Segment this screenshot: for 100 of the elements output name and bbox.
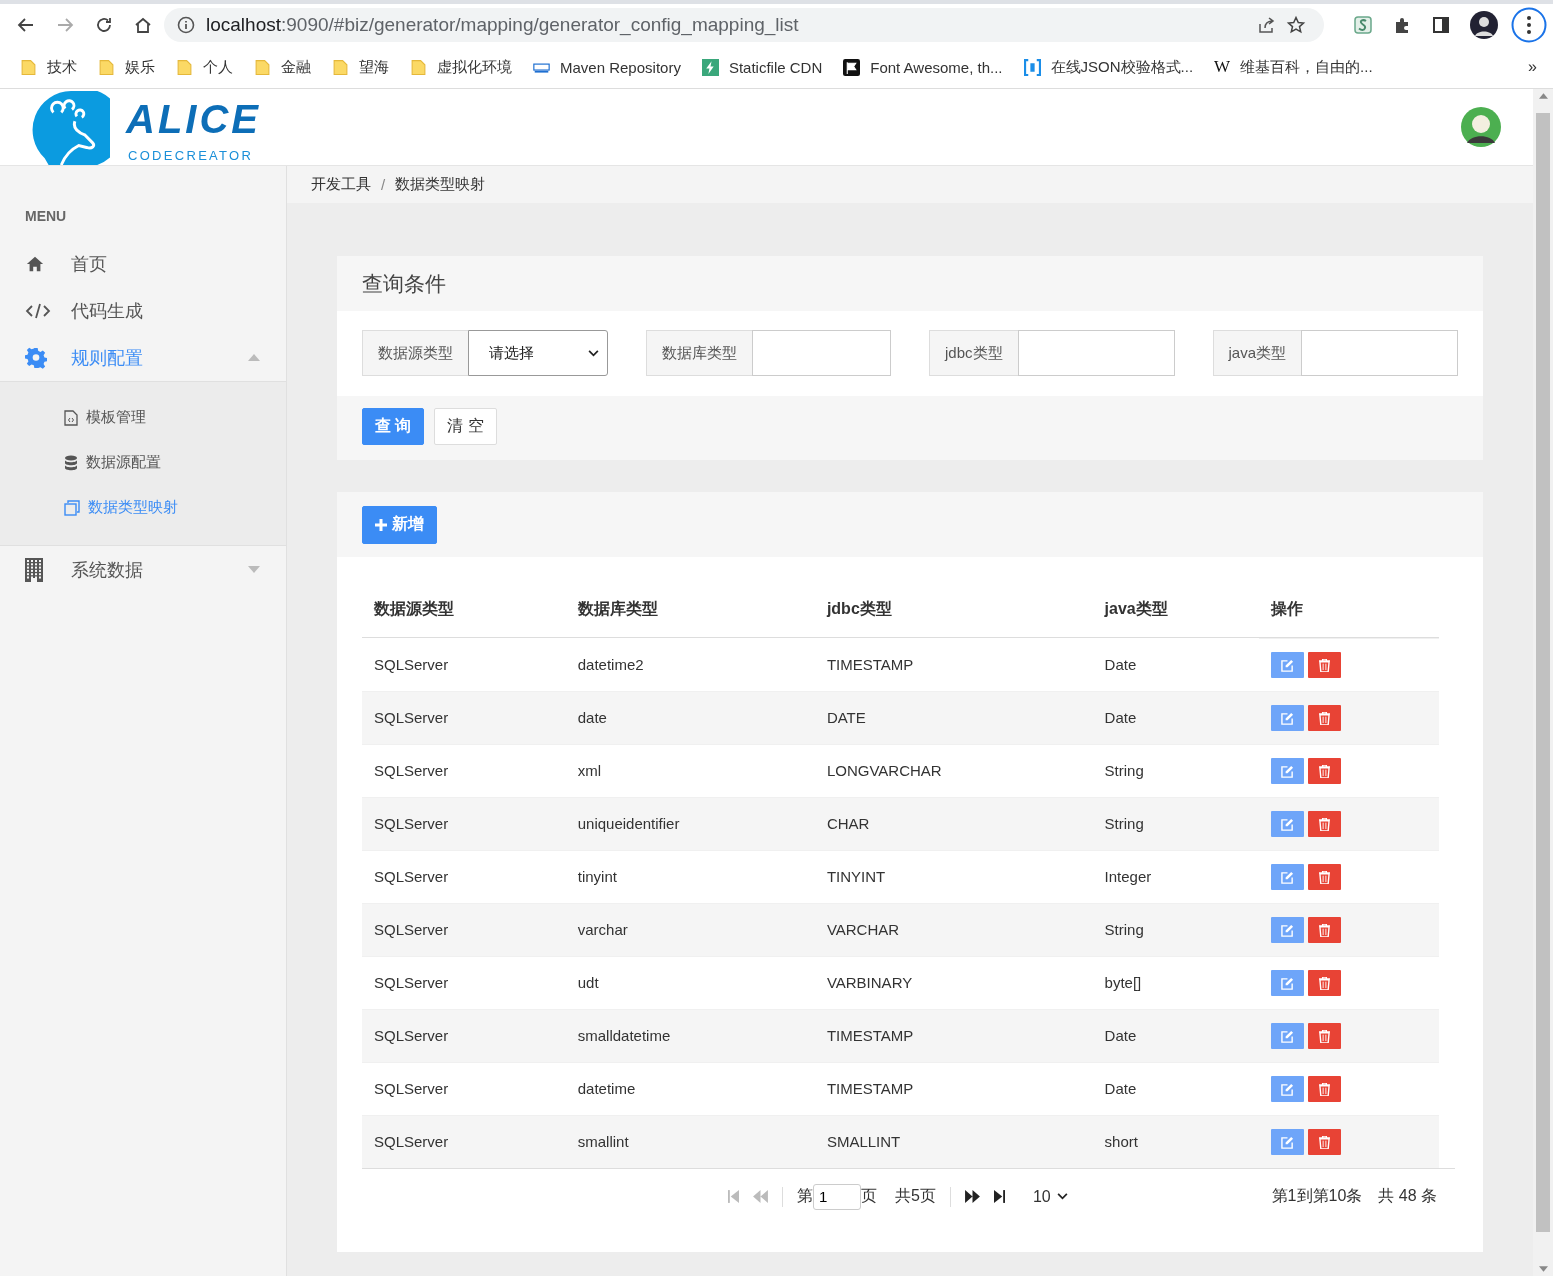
info-icon[interactable] [176, 15, 196, 35]
address-bar[interactable]: localhost:9090/#biz/generator/mapping/generator_config_mapping_list [164, 8, 1324, 42]
folder-icon [332, 58, 349, 76]
edit-button[interactable] [1271, 652, 1305, 678]
delete-button[interactable] [1308, 705, 1342, 731]
trash-icon [1319, 764, 1331, 778]
scrollbar-thumb[interactable] [1536, 113, 1550, 1232]
submenu-item[interactable]: 模板管理 [0, 395, 286, 440]
delete-button[interactable] [1308, 970, 1342, 996]
home-icon [25, 254, 45, 273]
edit-button[interactable] [1271, 1076, 1305, 1102]
flag-icon [843, 58, 861, 76]
field-label: 数据源类型 [362, 330, 468, 376]
scroll-up-icon[interactable] [1538, 93, 1548, 99]
column-header: jdbc类型 [814, 581, 1093, 638]
bookmark[interactable]: W 维基百科，自由的... [1214, 57, 1373, 77]
edit-button[interactable] [1271, 1129, 1305, 1155]
input-field[interactable] [751, 330, 891, 376]
page-size-select[interactable]: 10 [1032, 1187, 1068, 1206]
bookmark[interactable]: Maven Repository [533, 58, 681, 76]
last-page-icon[interactable] [993, 1190, 1005, 1203]
edit-button[interactable] [1271, 864, 1305, 890]
logo-subtitle: CODECREATOR [127, 148, 255, 163]
next-page-icon[interactable] [964, 1190, 980, 1203]
edit-button[interactable] [1271, 970, 1305, 996]
edit-icon [1281, 764, 1295, 778]
select-field[interactable]: 请选择 [468, 330, 608, 376]
menu-item[interactable]: 系统数据 [0, 546, 286, 593]
trash-icon [1319, 870, 1331, 884]
table-cell: SQLServer [374, 1133, 449, 1151]
delete-button[interactable] [1308, 758, 1342, 784]
bookmark[interactable]: 金融 [254, 57, 311, 77]
more-bookmarks[interactable]: » [1528, 58, 1537, 76]
menu-item[interactable]: 代码生成 [0, 287, 286, 334]
clear-button[interactable]: 清 空 [434, 408, 497, 445]
delete-button[interactable] [1308, 1023, 1342, 1049]
table-cell: VARBINARY [826, 974, 913, 991]
page-input[interactable]: 1 [813, 1183, 861, 1210]
logo-title: ALICE [126, 96, 261, 142]
table-cell: SQLServer [374, 921, 449, 938]
caret-down-icon [248, 566, 260, 573]
side-panel-icon[interactable] [1431, 15, 1451, 35]
menu-heading: MENU [24, 208, 68, 226]
edit-button[interactable] [1271, 758, 1305, 784]
edit-icon [1281, 1029, 1295, 1043]
table-cell: short [1104, 1133, 1138, 1151]
delete-button[interactable] [1308, 652, 1342, 678]
page-label: 页 [861, 1186, 877, 1206]
profile-avatar-icon[interactable] [1470, 11, 1498, 39]
delete-button[interactable] [1308, 1076, 1342, 1102]
table-cell: DATE [826, 709, 866, 726]
table-cell: TIMESTAMP [826, 1027, 914, 1044]
bookmark[interactable]: 技术 [20, 57, 77, 77]
table-cell: CHAR [826, 815, 870, 832]
reload-icon[interactable] [94, 15, 114, 35]
trash-icon [1319, 1029, 1331, 1043]
delete-button[interactable] [1308, 917, 1342, 943]
home-icon[interactable] [133, 15, 153, 35]
delete-button[interactable] [1308, 811, 1342, 837]
input-field[interactable] [1301, 330, 1458, 376]
menu-icon[interactable] [1511, 7, 1547, 43]
table-cell: datetime [577, 1080, 636, 1097]
plus-icon [375, 518, 387, 531]
table-cell: VARCHAR [826, 921, 900, 938]
delete-button[interactable] [1308, 1129, 1342, 1155]
table-cell: Date [1104, 1080, 1137, 1097]
edit-button[interactable] [1271, 705, 1305, 731]
trash-icon [1319, 711, 1331, 725]
extension-icon[interactable] [1353, 15, 1373, 35]
breadcrumb-item[interactable]: 开发工具 [311, 175, 371, 194]
scroll-down-icon[interactable] [1538, 1266, 1548, 1272]
bookmark[interactable]: 望海 [332, 57, 389, 77]
bookmark[interactable]: 虚拟化环境 [410, 57, 512, 77]
breadcrumb-separator: / [381, 176, 386, 193]
edit-button[interactable] [1271, 917, 1305, 943]
table-cell: String [1104, 815, 1144, 832]
breadcrumb-item: 数据类型映射 [395, 175, 486, 194]
bookmark[interactable]: 娱乐 [98, 57, 155, 77]
column-header: 数据源类型 [362, 581, 566, 638]
edit-icon [1281, 870, 1295, 884]
column-header: 数据库类型 [565, 581, 815, 638]
edit-icon [1281, 1135, 1295, 1149]
bookmark[interactable]: 在线JSON校验格式... [1023, 57, 1194, 77]
star-icon[interactable] [1286, 15, 1306, 35]
bookmark[interactable]: 个人 [176, 57, 233, 77]
page-label: 第 [797, 1186, 813, 1206]
field-label: jdbc类型 [929, 330, 1018, 376]
user-avatar-icon[interactable] [1461, 107, 1501, 147]
bookmark[interactable]: Font Awesome, th... [843, 58, 1003, 76]
menu-item[interactable]: 首页 [0, 240, 286, 287]
edit-button[interactable] [1271, 811, 1305, 837]
edit-button[interactable] [1271, 1023, 1305, 1049]
bookmark[interactable]: Staticfile CDN [701, 58, 823, 76]
table-cell: byte[] [1104, 974, 1142, 991]
table-cell: smallint [577, 1133, 629, 1151]
delete-button[interactable] [1308, 864, 1342, 890]
submenu-item[interactable]: 数据源配置 [0, 440, 286, 485]
input-field[interactable] [1017, 330, 1175, 376]
share-icon[interactable] [1256, 15, 1276, 35]
copy-icon [64, 499, 80, 516]
